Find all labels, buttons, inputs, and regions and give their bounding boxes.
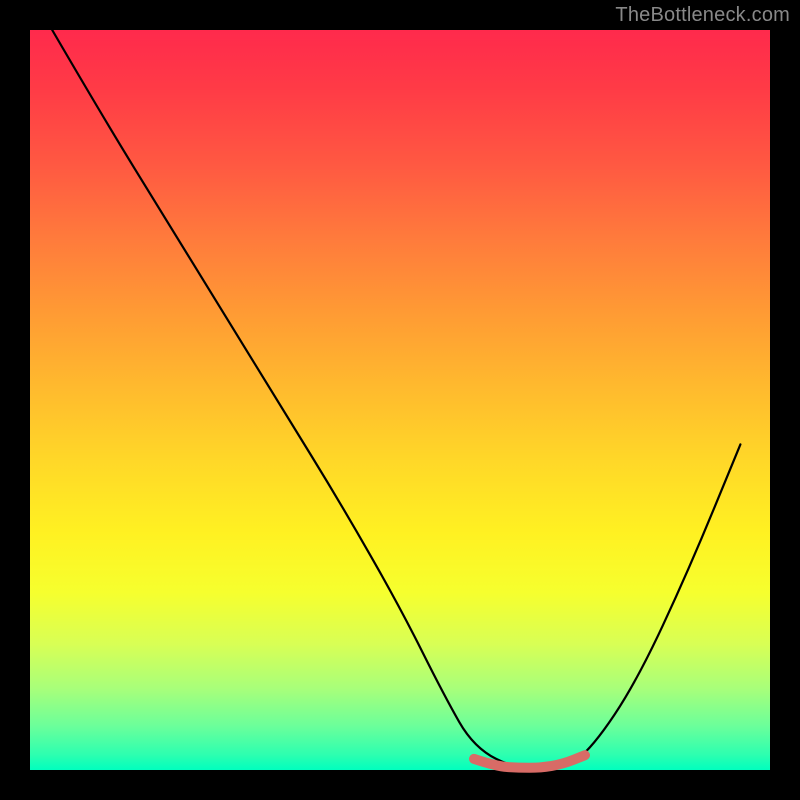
chart-frame: TheBottleneck.com — [0, 0, 800, 800]
mismatch-curve-plot — [30, 30, 770, 770]
watermark-text: TheBottleneck.com — [615, 4, 790, 27]
mismatch-curve — [52, 30, 740, 770]
